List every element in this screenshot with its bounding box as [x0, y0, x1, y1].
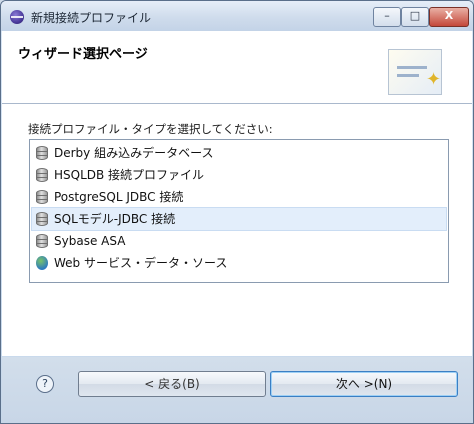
database-icon [36, 168, 48, 182]
wizard-body: 接続プロファイル・タイプを選択してください: Derby 組み込みデータベース … [2, 104, 472, 356]
list-item-label: SQLモデル-JDBC 接続 [54, 212, 176, 226]
list-item-postgresql[interactable]: PostgreSQL JDBC 接続 [32, 186, 446, 208]
window-title: 新規接続プロファイル [31, 11, 152, 25]
minimize-button[interactable]: – [373, 7, 401, 27]
button-bar: ? < 戻る(B) 次へ >(N) [2, 357, 472, 423]
sparkle-icon: ✦ [426, 69, 442, 90]
list-item-label: Derby 組み込みデータベース [54, 146, 214, 160]
back-button[interactable]: < 戻る(B) [78, 371, 266, 397]
maximize-button[interactable]: □ [401, 7, 429, 27]
list-item-web-service[interactable]: Web サービス・データ・ソース [32, 252, 446, 274]
list-item-label: HSQLDB 接続プロファイル [54, 168, 205, 182]
dialog-window: 新規接続プロファイル – □ X ウィザード選択ページ ✦ 接続プロファイル・タ… [0, 0, 474, 424]
database-icon [36, 190, 48, 204]
next-button[interactable]: 次へ >(N) [270, 371, 458, 397]
eclipse-app-icon [10, 10, 24, 24]
list-item-hsqldb[interactable]: HSQLDB 接続プロファイル [32, 164, 446, 186]
list-item-derby[interactable]: Derby 組み込みデータベース [32, 142, 446, 164]
profile-type-list[interactable]: Derby 組み込みデータベース HSQLDB 接続プロファイル Postgre… [29, 139, 449, 283]
web-service-icon [36, 256, 48, 270]
list-item-sql-model-jdbc[interactable]: SQLモデル-JDBC 接続 [31, 207, 447, 231]
close-button[interactable]: X [429, 7, 469, 27]
database-icon [36, 234, 48, 248]
wizard-header: ウィザード選択ページ ✦ [2, 31, 472, 104]
list-item-sybase-asa[interactable]: Sybase ASA [32, 230, 446, 252]
profile-type-label: 接続プロファイル・タイプを選択してください: [28, 122, 273, 136]
database-icon [36, 212, 48, 226]
page-title: ウィザード選択ページ [18, 47, 148, 62]
database-icon [36, 146, 48, 160]
list-item-label: Sybase ASA [54, 234, 126, 248]
list-item-label: Web サービス・データ・ソース [54, 256, 228, 270]
title-bar[interactable]: 新規接続プロファイル – □ X [1, 1, 473, 31]
help-icon[interactable]: ? [36, 375, 54, 393]
list-item-label: PostgreSQL JDBC 接続 [54, 190, 184, 204]
